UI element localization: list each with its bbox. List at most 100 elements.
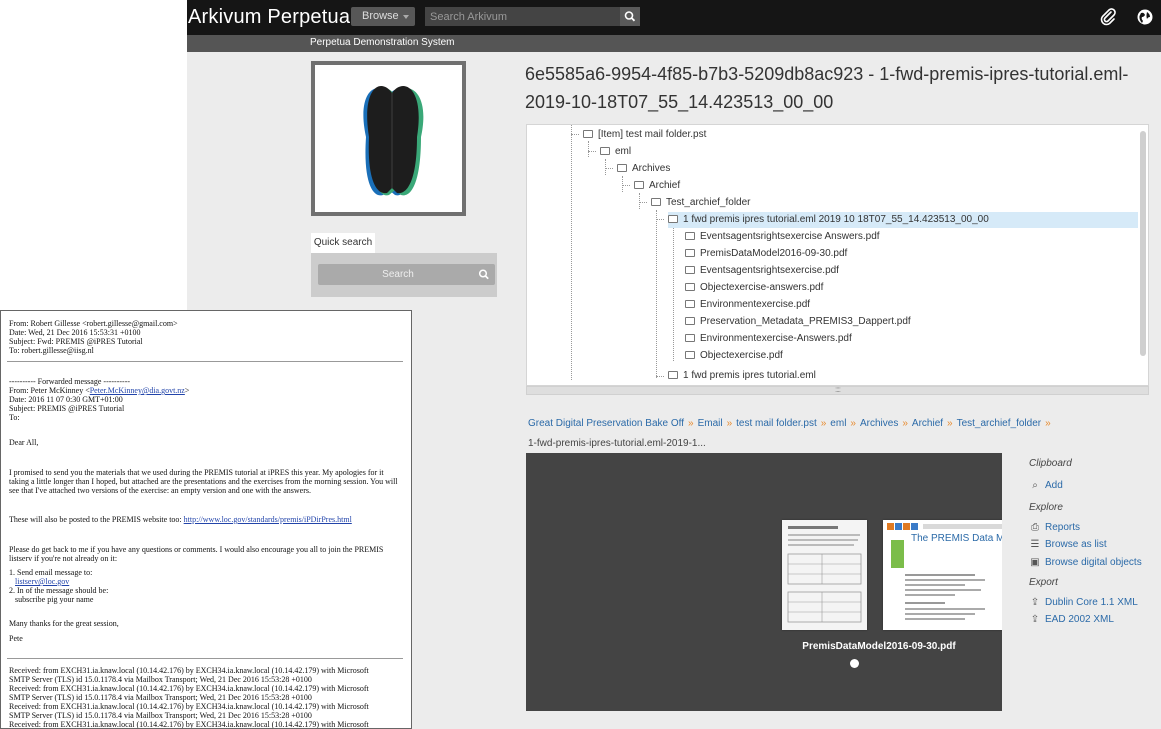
breadcrumb-item[interactable]: Test_archief_folder [957, 418, 1042, 429]
tree-resize-handle[interactable]: :::: [526, 386, 1149, 395]
tree-leaf[interactable]: Environmentexercise.pdf [685, 297, 810, 313]
record-title: 6e5585a6-9954-4f85-b7b3-5209db8ac923 - 1… [525, 64, 1129, 112]
breadcrumb-item[interactable]: Great Digital Preservation Bake Off [528, 418, 684, 429]
breadcrumb: Great Digital Preservation Bake Off» Emai… [528, 414, 1153, 454]
clipboard-heading: Clipboard [1029, 458, 1072, 469]
globe-icon[interactable] [1136, 8, 1154, 26]
tree-node[interactable]: Archives [617, 161, 670, 177]
tree-guide [571, 125, 572, 380]
slide-preview-graphics [887, 523, 1002, 568]
tree-guide [656, 376, 664, 377]
system-subtitle-bar: Perpetua Demonstration System [187, 35, 1161, 52]
browse-digital-objects-link[interactable]: ▣ Browse digital objects [1029, 557, 1141, 568]
tree-node[interactable]: Test_archief_folder [651, 195, 751, 211]
tree-node[interactable]: eml [600, 144, 631, 160]
system-subtitle: Perpetua Demonstration System [310, 37, 455, 48]
breadcrumb-separator: » [1045, 418, 1051, 429]
tree-guide [656, 210, 657, 378]
tree-guide [639, 202, 647, 203]
tree-guide [571, 134, 579, 135]
upload-icon: ⇪ [1030, 614, 1040, 625]
image-icon: ▣ [1030, 557, 1040, 568]
email-paragraph: These will also be posted to the PREMIS … [9, 515, 352, 524]
forwarded-header: ---------- Forwarded message ---------- … [9, 377, 190, 422]
email-document-overlay: From: Robert Gillesse <robert.gillesse@g… [0, 310, 412, 729]
email-divider [7, 658, 403, 659]
tree-node[interactable]: Archief [634, 178, 680, 194]
export-dublin-core-link[interactable]: ⇪ Dublin Core 1.1 XML [1029, 597, 1138, 608]
global-search-button[interactable] [620, 7, 640, 26]
top-navbar: Arkivum Perpetua Browse [187, 0, 1161, 35]
file-icon [685, 249, 695, 257]
breadcrumb-separator: » [947, 418, 953, 429]
email-signature: Pete [9, 634, 23, 643]
tree-leaf[interactable]: Objectexercise-answers.pdf [685, 280, 823, 296]
quick-search-tab[interactable]: Quick search [311, 233, 375, 253]
search-icon [624, 11, 636, 22]
folder-icon [617, 164, 627, 172]
browse-label: Browse [362, 10, 399, 22]
document-thumbnail[interactable] [782, 520, 867, 630]
tree-leaf[interactable]: Objectexercise.pdf [685, 348, 783, 364]
premis-website-link[interactable]: http://www.loc.gov/standards/premis/iPDi… [184, 515, 352, 524]
tree-node-selected[interactable]: 1 fwd premis ipres tutorial.eml 2019 10 … [668, 212, 1138, 228]
tree-node[interactable]: 1 fwd premis ipres tutorial.eml [668, 368, 816, 384]
upload-icon: ⇪ [1030, 597, 1040, 608]
tree-scrollbar[interactable] [1140, 131, 1146, 356]
institution-logo [363, 85, 424, 196]
tree-guide [673, 227, 674, 361]
tree-guide [656, 219, 664, 220]
export-heading: Export [1029, 577, 1058, 588]
search-icon [478, 269, 489, 280]
folder-icon [600, 147, 610, 155]
email-paragraph: Please do get back to me if you have any… [9, 545, 386, 563]
tree-guide [622, 185, 630, 186]
digital-object-carousel: The PREMIS Data Model [526, 453, 1002, 711]
email-paragraph: I promised to send you the materials tha… [9, 468, 400, 495]
export-ead-link[interactable]: ⇪ EAD 2002 XML [1029, 614, 1114, 625]
document-thumbnail-active[interactable]: The PREMIS Data Model [883, 520, 1002, 630]
browse-menu-button[interactable]: Browse [351, 7, 415, 26]
breadcrumb-item[interactable]: Archief [912, 418, 943, 429]
file-icon [685, 351, 695, 359]
email-list: 2. In of the message should be: subscrib… [9, 586, 109, 604]
tree-guide [605, 168, 613, 169]
tree-node[interactable]: [Item] test mail folder.pst [583, 127, 706, 143]
explore-heading: Explore [1029, 502, 1063, 513]
breadcrumb-separator: » [726, 418, 733, 429]
email-closing: Many thanks for the great session, [9, 619, 119, 628]
folder-icon [668, 371, 678, 379]
tree-leaf[interactable]: PremisDataModel2016-09-30.pdf [685, 246, 847, 262]
file-icon [685, 232, 695, 240]
carousel-position-dot[interactable] [850, 659, 859, 668]
brand-logo[interactable]: Arkivum Perpetua [188, 6, 350, 29]
global-search-input[interactable] [425, 7, 625, 26]
breadcrumb-item[interactable]: Email [698, 418, 723, 429]
listserv-link[interactable]: listserv@loc.gov [15, 577, 69, 586]
clipboard-add-link[interactable]: ⌕ Add [1029, 480, 1063, 491]
file-icon [685, 317, 695, 325]
print-icon: ⎙ [1031, 522, 1039, 533]
folder-icon [634, 181, 644, 189]
tree-leaf[interactable]: Eventsagentsrightsexercise Answers.pdf [685, 229, 880, 245]
tree-leaf[interactable]: Preservation_Metadata_PREMIS3_Dappert.pd… [685, 314, 911, 330]
tree-guide [588, 151, 596, 152]
email-list: 1. Send email message to: listserv@loc.g… [9, 568, 93, 586]
quick-search-input[interactable] [318, 264, 478, 285]
email-divider [7, 361, 403, 362]
quick-search-button[interactable] [473, 264, 495, 285]
hierarchy-tree: [Item] test mail folder.pst eml Archives… [526, 124, 1149, 386]
sender-email-link[interactable]: Peter.McKinney@dia.govt.nz [90, 386, 185, 395]
tree-leaf[interactable]: Environmentexercise-Answers.pdf [685, 331, 852, 347]
breadcrumb-separator: » [688, 418, 694, 429]
breadcrumb-item[interactable]: eml [830, 418, 846, 429]
file-icon [685, 283, 695, 291]
paperclip-icon[interactable] [1099, 8, 1117, 26]
tree-guide [639, 193, 640, 209]
breadcrumb-current: 1-fwd-premis-ipres-tutorial.eml-2019-1..… [528, 438, 706, 449]
browse-as-list-link[interactable]: ☰ Browse as list [1029, 539, 1107, 550]
breadcrumb-item[interactable]: test mail folder.pst [736, 418, 817, 429]
breadcrumb-item[interactable]: Archives [860, 418, 898, 429]
tree-leaf[interactable]: Eventsagentsrightsexercise.pdf [685, 263, 839, 279]
reports-link[interactable]: ⎙ Reports [1029, 522, 1080, 533]
